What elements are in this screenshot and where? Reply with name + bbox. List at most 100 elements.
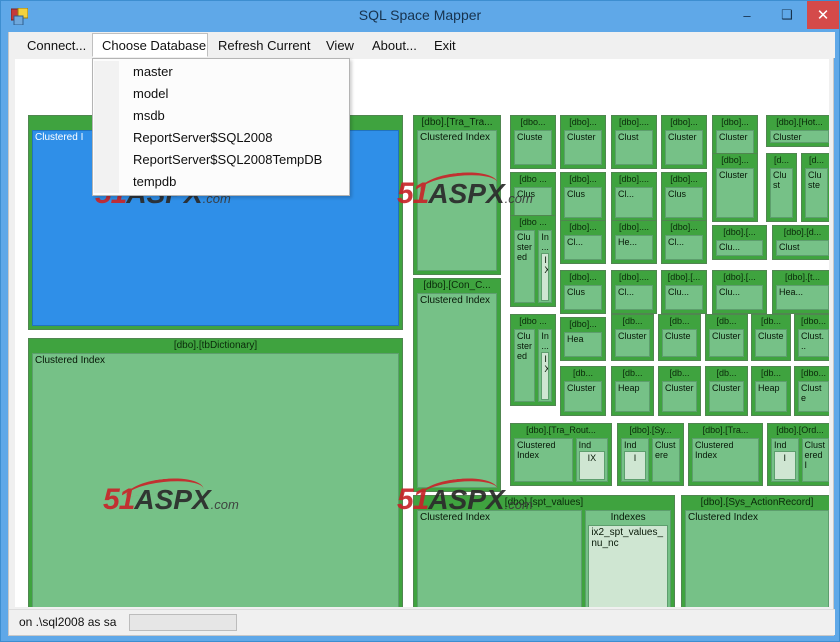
index-entry[interactable]: IX	[578, 451, 605, 480]
minimize-button[interactable]: –	[727, 1, 767, 29]
tile-segment-body[interactable]: Clustered Index	[32, 353, 399, 607]
tile-r6c6[interactable]: [db... Heap	[751, 366, 791, 416]
tile-segment-index-i[interactable]: Ind I	[771, 438, 799, 482]
tile-tbdictionary[interactable]: [dbo].[tbDictionary] Clustered Index	[28, 338, 403, 607]
tile-segment-body[interactable]: Clustered Index	[514, 438, 573, 482]
tile-segment-body[interactable]: Clustered	[514, 230, 536, 303]
maximize-button[interactable]: ❑	[767, 1, 807, 29]
tile-segment-body[interactable]: Cluste	[798, 381, 829, 412]
tile-tra-rout[interactable]: [dbo].[Tra_Rout... Clustered Index Ind IX	[510, 423, 612, 486]
tile-segment-body[interactable]: Clust...	[798, 329, 829, 357]
tile-segment-body[interactable]: Cluster	[665, 130, 703, 165]
tile-segment-body[interactable]: Heap	[615, 381, 650, 412]
tile-r6c5[interactable]: [db... Cluster	[705, 366, 748, 416]
tile-r3c4[interactable]: [dbo]... Cl...	[661, 220, 707, 264]
tile-segment-body[interactable]: Clu...	[665, 285, 703, 310]
tile-r2c5[interactable]: [dbo]... Cluster	[712, 153, 758, 222]
tile-r4c3[interactable]: [dbo].... Cl...	[611, 270, 657, 314]
tile-r6c4[interactable]: [db... Cluster	[658, 366, 701, 416]
tile-segment-body[interactable]: Cluster	[615, 329, 650, 357]
db-reportserver-sql2008-tempdb[interactable]: ReportServer$SQL2008TempDB	[93, 149, 349, 171]
tile-segment-body[interactable]: Clust	[770, 168, 793, 218]
tile-segment-index-ix[interactable]: In...IX	[538, 230, 552, 303]
tile-segment-body[interactable]: Clu...	[716, 285, 763, 310]
tile-r5c4[interactable]: [db... Cluste	[658, 314, 701, 361]
tile-segment-body[interactable]: Clus	[564, 285, 602, 310]
tile-r4c4[interactable]: [dbo].[... Clu...	[661, 270, 707, 314]
tile-segment-body[interactable]: Clust	[615, 130, 653, 165]
tile-r1c4[interactable]: [dbo]... Cluster	[661, 115, 707, 169]
menu-refresh-current[interactable]: Refresh Current	[209, 33, 317, 57]
tile-segment-body[interactable]: Clustered Index	[692, 438, 759, 482]
tile-r2c3[interactable]: [dbo].... Cl...	[611, 172, 657, 222]
tile-r3c2[interactable]: [dbo]... Cl...	[560, 220, 606, 264]
tile-r6c3[interactable]: [db... Heap	[611, 366, 654, 416]
tile-segment-body[interactable]: Clus	[514, 187, 552, 218]
tile-r5c3[interactable]: [db... Cluster	[611, 314, 654, 361]
tile-segment-body[interactable]: Cluster	[662, 381, 697, 412]
tile-r5c2[interactable]: [dbo]... Hea	[560, 317, 606, 361]
tile-r5c6[interactable]: [db... Cluste	[751, 314, 791, 361]
tile-segment-body[interactable]: Clustered Index	[417, 510, 583, 607]
tile-r5c7[interactable]: [dbo... Clust...	[794, 314, 829, 361]
tile-segment-body[interactable]: Cluste	[805, 168, 828, 218]
index-entry[interactable]: IX	[541, 253, 549, 301]
index-entry[interactable]: ix2_spt_values_nu_nc	[588, 525, 668, 607]
menu-exit[interactable]: Exit	[425, 33, 465, 57]
tile-segment-body[interactable]: Cl...	[615, 285, 653, 310]
tile-segment-body[interactable]: Cl...	[564, 235, 602, 260]
tile-segment-body[interactable]: Clustered Index	[417, 130, 497, 271]
tile-segment-body[interactable]: Clus	[564, 187, 602, 218]
db-msdb[interactable]: msdb	[93, 105, 349, 127]
tile-r4c2[interactable]: [dbo]... Clus	[560, 270, 606, 314]
index-entry[interactable]: IX	[541, 352, 549, 400]
menu-about[interactable]: About...	[363, 33, 425, 57]
menu-view[interactable]: View	[317, 33, 363, 57]
tile-sys[interactable]: [dbo].[Sy... Ind I Clustere	[617, 423, 684, 486]
tile-d1[interactable]: [d... Clust	[766, 153, 797, 222]
tile-tra[interactable]: [dbo].[Tra... Clustered Index	[688, 423, 763, 486]
tile-segment-body[interactable]: Cluste	[755, 329, 787, 357]
tile-segment-body[interactable]: Hea...	[776, 285, 829, 310]
tile-segment-body[interactable]: Cluste	[514, 130, 552, 165]
tile-segment-body[interactable]: Clustered Index	[685, 510, 829, 607]
tile-ord[interactable]: [dbo].[Ord... Ind I Clustered I	[767, 423, 829, 486]
tile-segment-index-ix[interactable]: Ind IX	[575, 438, 608, 482]
tile-r6c2[interactable]: [db... Cluster	[560, 366, 606, 416]
tile-con-c[interactable]: [dbo].[Con_C... Clustered Index	[413, 278, 501, 492]
tile-d2[interactable]: [d... Cluste	[801, 153, 829, 222]
tile-segment-body[interactable]: Cluster	[716, 168, 754, 218]
tile-segment-body[interactable]: Clustered	[514, 329, 536, 402]
tile-r5c1[interactable]: [dbo ...ClusteredIn...IX	[510, 314, 556, 406]
tile-r2c4[interactable]: [dbo]... Clus	[661, 172, 707, 222]
index-entry[interactable]: I	[774, 451, 796, 480]
tile-segment-body[interactable]: Cluster	[770, 130, 829, 143]
tile-segment-indexes[interactable]: Indexes ix2_spt_values_nu_nc	[585, 510, 671, 607]
choose-database-dropdown[interactable]: master model msdb ReportServer$SQL2008 Repor…	[92, 58, 350, 196]
tile-r3c6[interactable]: [dbo].[d... Clust	[772, 225, 829, 260]
tile-segment-body[interactable]: Clustere	[652, 438, 680, 482]
db-tempdb[interactable]: tempdb	[93, 171, 349, 193]
tile-segment-body[interactable]: Hea	[564, 332, 602, 357]
tile-r3c5[interactable]: [dbo].[... Clu...	[712, 225, 767, 260]
menu-choose-database[interactable]: Choose Database	[92, 33, 208, 57]
tile-r3c1[interactable]: [dbo ...ClusteredIn...IX	[510, 215, 556, 307]
close-button[interactable]: ✕	[807, 1, 839, 29]
tile-r1c2[interactable]: [dbo]... Cluster	[560, 115, 606, 169]
tile-r3c3[interactable]: [dbo].... He...	[611, 220, 657, 264]
tile-segment-body[interactable]: He...	[615, 235, 653, 260]
tile-segment-body[interactable]: Clustered I	[801, 438, 829, 482]
tile-segment-body[interactable]: Cluste	[662, 329, 697, 357]
tile-segment-index-i[interactable]: Ind I	[621, 438, 649, 482]
tile-segment-body[interactable]: Cluster	[709, 329, 744, 357]
index-entry[interactable]: I	[624, 451, 646, 480]
tile-segment-body[interactable]: Cluster	[564, 381, 602, 412]
tile-segment-body[interactable]: Cl...	[665, 235, 703, 260]
tile-segment-body[interactable]: Cluster	[709, 381, 744, 412]
tile-segment-body[interactable]: Heap	[755, 381, 787, 412]
db-model[interactable]: model	[93, 83, 349, 105]
db-master[interactable]: master	[93, 61, 349, 83]
tile-segment-body[interactable]: Cluster	[564, 130, 602, 165]
tile-segment-body[interactable]: Clu...	[716, 240, 763, 256]
tile-r2c2[interactable]: [dbo]... Clus	[560, 172, 606, 222]
